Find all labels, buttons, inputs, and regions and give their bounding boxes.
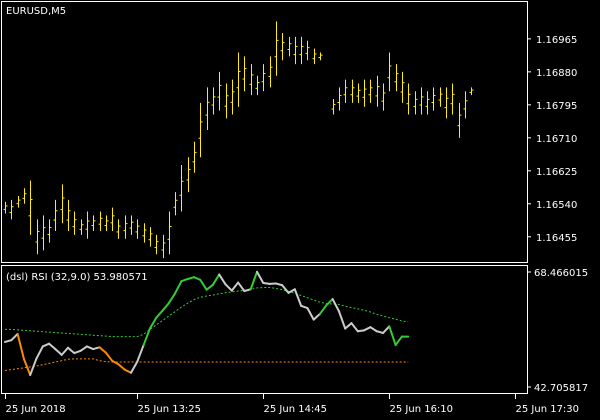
time-axis[interactable]: 25 Jun 2018 25 Jun 13:25 25 Jun 14:45 25 Ju…	[5, 394, 580, 415]
indicator-window-frame	[1, 265, 528, 394]
indicator-axis[interactable]: 68.466015 42.705817	[527, 268, 588, 394]
indicator-window[interactable]: (dsl) RSI (32,9.0) 53.980571 68.466015 42…	[1, 265, 589, 395]
price-tick-label: 1.16795	[536, 101, 577, 112]
price-tick-label: 1.16625	[536, 167, 577, 178]
trading-terminal-chart[interactable]: EURUSD,M5 1.169651.168801.167951.167101.…	[0, 0, 600, 420]
time-tick-label: 25 Jun 16:10	[390, 404, 454, 415]
price-window[interactable]: EURUSD,M5 1.169651.168801.167951.167101.…	[1, 1, 578, 263]
price-tick-label: 1.16540	[536, 200, 577, 211]
indicator-tick-label: 42.705817	[534, 383, 588, 394]
price-axis[interactable]: 1.16965 1.16880 1.16795 1.16710 1.16625 1.165…	[527, 35, 577, 244]
time-tick-label: 25 Jun 13:25	[138, 404, 202, 415]
symbol-label: EURUSD,M5	[6, 6, 66, 17]
time-tick-label: 25 Jun 17:30	[516, 404, 580, 415]
price-window-frame	[1, 1, 528, 263]
indicator-label: (dsl) RSI (32,9.0) 53.980571	[6, 272, 148, 283]
price-tick-label: 1.16965	[536, 35, 577, 46]
price-tick-label: 1.16710	[536, 134, 577, 145]
price-tick-label: 1.16455	[536, 233, 577, 244]
time-tick-label: 25 Jun 14:45	[264, 404, 328, 415]
price-tick-label: 1.16880	[536, 68, 577, 79]
time-tick-label: 25 Jun 2018	[6, 404, 66, 415]
indicator-tick-label: 68.466015	[534, 268, 588, 279]
